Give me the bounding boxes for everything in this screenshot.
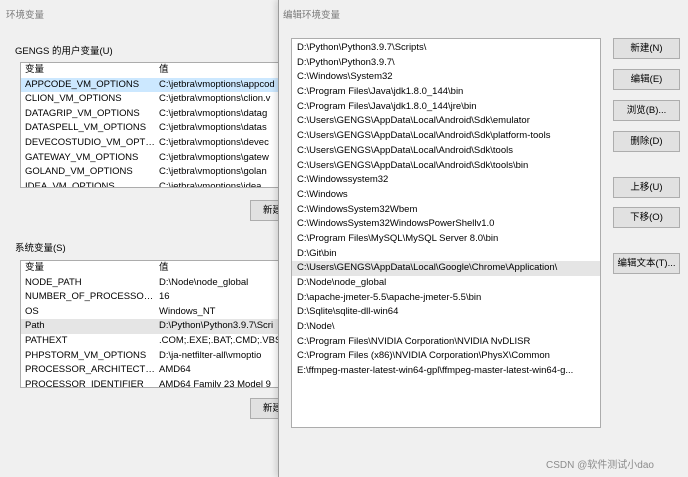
window-title: 环境变量 [6, 10, 45, 21]
table-header: 变量 值 [21, 261, 289, 276]
system-variables-table[interactable]: 变量 值 NODE_PATH D:\Node\node_global NUMBE… [20, 260, 290, 388]
list-item[interactable]: C:\Program Files\Java\jdk1.8.0_144\jre\b… [292, 100, 600, 115]
table-row[interactable]: PHPSTORM_VM_OPTIONS D:\ja-netfilter-all\… [21, 349, 289, 364]
list-item[interactable]: C:\Users\GENGS\AppData\Local\Google\Chro… [292, 261, 600, 276]
column-header-value: 值 [159, 262, 169, 273]
list-item[interactable]: D:\Sqlite\sqlite-dll-win64 [292, 305, 600, 320]
edit-text-button[interactable]: 编辑文本(T)... [613, 253, 680, 274]
move-up-button[interactable]: 上移(U) [613, 177, 680, 198]
table-row[interactable]: DATAGRIP_VM_OPTIONS C:\jetbra\vmoptions\… [21, 107, 289, 122]
table-row[interactable]: NUMBER_OF_PROCESSORS 16 [21, 290, 289, 305]
list-item[interactable]: D:\Node\ [292, 320, 600, 335]
table-row[interactable]: DATASPELL_VM_OPTIONS C:\jetbra\vmoptions… [21, 121, 289, 136]
column-header-name: 变量 [25, 64, 45, 75]
table-row[interactable]: GATEWAY_VM_OPTIONS C:\jetbra\vmoptions\g… [21, 151, 289, 166]
list-item[interactable]: C:\Program Files\Java\jdk1.8.0_144\bin [292, 85, 600, 100]
table-header: 变量 值 [21, 63, 289, 78]
table-row[interactable]: OS Windows_NT [21, 305, 289, 320]
column-header-name: 变量 [25, 262, 45, 273]
watermark: CSDN @软件测试小dao [546, 460, 654, 471]
edit-environment-variable-window: 编辑环境变量 D:\Python\Python3.9.7\Scripts\ D:… [278, 0, 688, 477]
user-variables-table[interactable]: 变量 值 APPCODE_VM_OPTIONS C:\jetbra\vmopti… [20, 62, 290, 188]
list-item[interactable]: D:\Python\Python3.9.7\Scripts\ [292, 41, 600, 56]
delete-button[interactable]: 删除(D) [613, 131, 680, 152]
list-item[interactable]: C:\Windows [292, 188, 600, 203]
table-row[interactable]: IDEA_VM_OPTIONS C:\jetbra\vmoptions\idea [21, 180, 289, 187]
list-item[interactable]: D:\Python\Python3.9.7\ [292, 56, 600, 71]
list-item[interactable]: C:\Users\GENGS\AppData\Local\Android\Sdk… [292, 144, 600, 159]
window-title: 编辑环境变量 [283, 10, 341, 21]
table-row[interactable]: CLION_VM_OPTIONS C:\jetbra\vmoptions\cli… [21, 92, 289, 107]
table-row[interactable]: NODE_PATH D:\Node\node_global [21, 276, 289, 291]
list-item[interactable]: D:\Node\node_global [292, 276, 600, 291]
list-item[interactable]: C:\Windows\System32 [292, 70, 600, 85]
browse-button[interactable]: 浏览(B)... [613, 100, 680, 121]
new-button[interactable]: 新建(N) [613, 38, 680, 59]
table-row[interactable]: APPCODE_VM_OPTIONS C:\jetbra\vmoptions\a… [21, 77, 289, 93]
environment-variables-window: 环境变量 GENGS 的用户变量(U) 变量 值 APPCODE_VM_OPTI… [0, 0, 300, 477]
list-item[interactable]: C:\Windowssystem32 [292, 173, 600, 188]
edit-button[interactable]: 编辑(E) [613, 69, 680, 90]
column-header-value: 值 [159, 64, 169, 75]
user-variables-label: GENGS 的用户变量(U) [15, 46, 113, 57]
table-row[interactable]: Path D:\Python\Python3.9.7\Scri [21, 319, 289, 334]
list-item[interactable]: C:\Users\GENGS\AppData\Local\Android\Sdk… [292, 114, 600, 129]
system-variables-label: 系统变量(S) [15, 243, 66, 254]
table-row[interactable]: PATHEXT .COM;.EXE;.BAT;.CMD;.VBS [21, 334, 289, 349]
list-item[interactable]: C:\Users\GENGS\AppData\Local\Android\Sdk… [292, 159, 600, 174]
table-row[interactable]: GOLAND_VM_OPTIONS C:\jetbra\vmoptions\go… [21, 165, 289, 180]
path-list[interactable]: D:\Python\Python3.9.7\Scripts\ D:\Python… [291, 38, 601, 428]
table-row[interactable]: PROCESSOR_ARCHITECTURE AMD64 [21, 363, 289, 378]
list-item[interactable]: D:\Git\bin [292, 247, 600, 262]
list-item[interactable]: C:\Program Files\NVIDIA Corporation\NVID… [292, 335, 600, 350]
table-row[interactable]: PROCESSOR_IDENTIFIER AMD64 Family 23 Mod… [21, 378, 289, 387]
list-item[interactable]: E:\ffmpeg-master-latest-win64-gpl\ffmpeg… [292, 364, 600, 379]
move-down-button[interactable]: 下移(O) [613, 207, 680, 228]
list-item[interactable]: D:\apache-jmeter-5.5\apache-jmeter-5.5\b… [292, 291, 600, 306]
list-item[interactable]: C:\WindowsSystem32Wbem [292, 203, 600, 218]
list-item[interactable]: C:\Program Files (x86)\NVIDIA Corporatio… [292, 349, 600, 364]
table-row[interactable]: DEVECOSTUDIO_VM_OPTI... C:\jetbra\vmopti… [21, 136, 289, 151]
list-item[interactable]: C:\Users\GENGS\AppData\Local\Android\Sdk… [292, 129, 600, 144]
list-item[interactable]: C:\WindowsSystem32WindowsPowerShellv1.0 [292, 217, 600, 232]
list-item[interactable]: C:\Program Files\MySQL\MySQL Server 8.0\… [292, 232, 600, 247]
